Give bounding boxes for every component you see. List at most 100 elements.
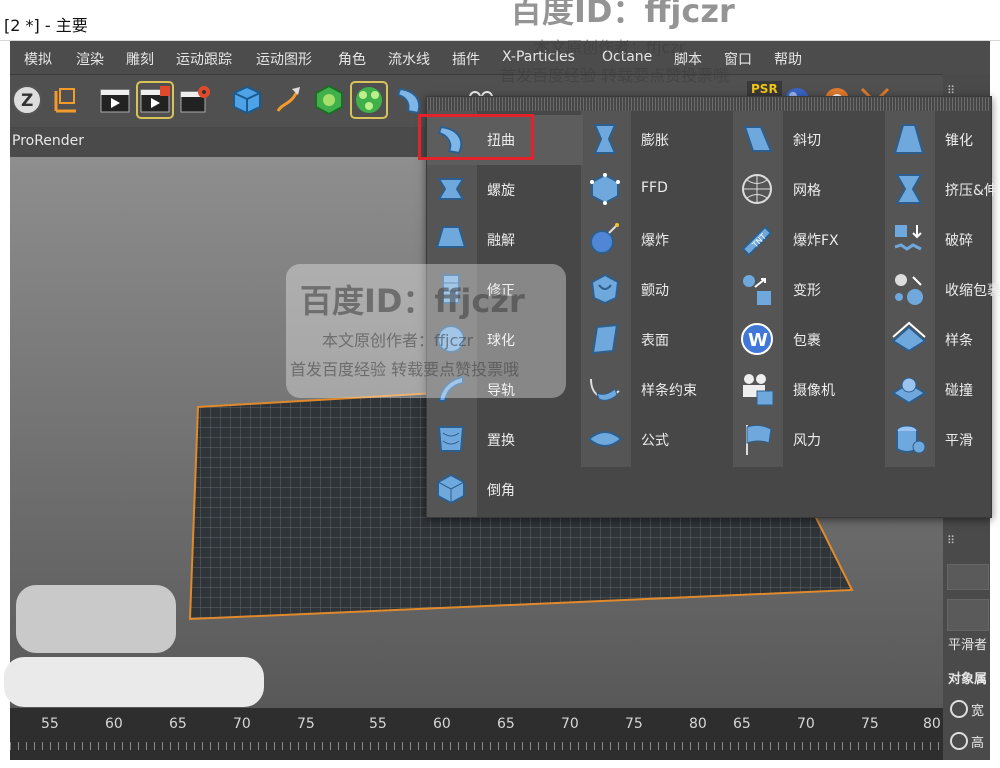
taper-deformer-icon [893, 124, 925, 154]
menu-mograph[interactable]: 运动图形 [256, 49, 312, 69]
timeline-tick: 80 [689, 716, 707, 732]
menu-item-jiggle[interactable]: 颤动 [581, 265, 731, 313]
menu-item-smooth[interactable]: 平滑 [885, 415, 991, 463]
pen-spline-icon[interactable] [272, 83, 306, 117]
menu-item-label: 破碎 [945, 233, 973, 249]
timeline-tick: 75 [625, 716, 643, 732]
timeline-tick: 75 [861, 716, 879, 732]
menu-item-morph[interactable]: 变形 [733, 265, 883, 313]
menu-item-label: 螺旋 [487, 183, 515, 199]
menu-item-label: 挤压&伸 [945, 183, 998, 199]
wrap-deformer-icon: W [741, 323, 773, 355]
menu-item-spline-wrap[interactable]: 样条约束 [581, 365, 731, 413]
timeline-tick: 65 [733, 716, 751, 732]
camera-deformer-icon [743, 374, 774, 406]
menu-item-label: 表面 [641, 333, 669, 349]
timeline-tick: 65 [497, 716, 515, 732]
z-coordinate-icon[interactable]: Z [10, 83, 44, 117]
timeline[interactable]: 55 60 65 70 75 55 60 65 70 75 80 65 70 7… [10, 708, 943, 760]
svg-text:Z: Z [21, 91, 33, 111]
watermark-id: 百度ID：ffjczr [300, 282, 525, 320]
menu-item-melt[interactable]: 融解 [427, 215, 579, 263]
menu-grip[interactable] [427, 97, 991, 111]
jiggle-deformer-icon [590, 273, 620, 305]
menu-item-label: 网格 [793, 183, 821, 199]
cube-primitive-icon[interactable] [230, 83, 264, 117]
twist-deformer-icon [437, 178, 465, 200]
ffd-deformer-icon [590, 173, 620, 205]
spline-deformer-icon [891, 321, 927, 353]
menu-item-label: 样条约束 [641, 383, 697, 399]
watermark-id-top: 百度ID：ffjczr [510, 0, 735, 30]
menu-plugins[interactable]: 插件 [452, 49, 480, 69]
svg-text:W: W [748, 330, 768, 351]
viewport-header: ProRender [10, 127, 426, 157]
menu-item-bulge[interactable]: 膨胀 [581, 115, 731, 163]
shatter-deformer-icon [894, 225, 922, 251]
subdivision-surface-icon[interactable] [312, 83, 346, 117]
timeline-tick: 55 [369, 716, 387, 732]
menu-item-label: 斜切 [793, 133, 821, 149]
menu-help[interactable]: 帮助 [774, 49, 802, 69]
wind-flag-icon [746, 424, 772, 455]
menu-motion-tracking[interactable]: 运动跟踪 [176, 49, 232, 69]
window-title: [2 *] - 主要 [4, 16, 88, 35]
menu-item-label: 置换 [487, 433, 515, 449]
timeline-tick: 60 [105, 716, 123, 732]
menu-item-twist-spiral[interactable]: 螺旋 [427, 165, 579, 213]
menu-item-wrap[interactable]: W 包裹 [733, 315, 883, 363]
menu-pipeline[interactable]: 流水线 [388, 49, 430, 69]
menu-item-spline[interactable]: 样条 [885, 315, 991, 363]
object-type-field[interactable] [947, 564, 989, 590]
menu-item-explosion[interactable]: 爆炸 [581, 215, 731, 263]
render-settings-icon[interactable] [178, 83, 212, 117]
render-view-icon[interactable] [98, 83, 132, 117]
menu-item-formula[interactable]: 公式 [581, 415, 731, 463]
menu-item-taper[interactable]: 锥化 [885, 115, 991, 163]
world-coordinate-icon[interactable] [48, 83, 82, 117]
menu-item-label: 融解 [487, 233, 515, 249]
menu-item-label: 颤动 [641, 283, 669, 299]
timeline-tick: 70 [233, 716, 251, 732]
radio-width[interactable] [950, 700, 968, 718]
prorender-label[interactable]: ProRender [12, 133, 84, 149]
menu-item-ffd[interactable]: FFD [581, 165, 731, 213]
menu-render[interactable]: 渲染 [76, 49, 104, 69]
watermark-note: 首发百度经验 转载要点赞投票哦 [290, 360, 520, 379]
smooth-label: 平滑者 [948, 638, 988, 653]
watermark-author: 本文原创作者：ffjczr [322, 331, 474, 350]
menu-character[interactable]: 角色 [338, 49, 366, 69]
panel-grip-icon-2: ⠿ [947, 534, 956, 547]
render-to-picture-viewer-icon[interactable] [136, 81, 174, 119]
menu-sculpt[interactable]: 雕刻 [126, 49, 154, 69]
menu-item-surface[interactable]: 表面 [581, 315, 731, 363]
menu-item-displacer[interactable]: 置换 [427, 415, 579, 463]
menu-item-explosion-fx[interactable]: TNT 爆炸FX [733, 215, 883, 263]
psr-label[interactable]: PSR [747, 81, 782, 97]
bomb-icon [590, 223, 619, 254]
menu-simulate[interactable]: 模拟 [24, 49, 52, 69]
menu-item-shatter[interactable]: 破碎 [885, 215, 991, 263]
bend-deformer-icon[interactable] [392, 83, 426, 117]
image-blur-patch [16, 585, 176, 653]
menu-item-collision[interactable]: 碰撞 [885, 365, 991, 413]
shrink-wrap-icon [895, 274, 923, 305]
menu-item-camera[interactable]: 摄像机 [733, 365, 883, 413]
radio-height[interactable] [950, 732, 968, 750]
menu-item-shrink-wrap[interactable]: 收缩包裹 [885, 265, 1000, 313]
menu-item-label: 公式 [641, 433, 669, 449]
highlight-box [418, 114, 534, 160]
object-name-field[interactable] [947, 599, 989, 631]
menu-item-label: 收缩包裹 [945, 283, 1000, 299]
menu-item-label: 摄像机 [793, 383, 835, 399]
menu-item-wind[interactable]: 风力 [733, 415, 883, 463]
cloner-icon[interactable] [350, 81, 388, 119]
menu-item-squash-stretch[interactable]: 挤压&伸 [885, 165, 998, 213]
tnt-icon: TNT [741, 225, 773, 257]
menu-item-shear[interactable]: 斜切 [733, 115, 883, 163]
collision-deformer-icon [891, 377, 927, 405]
menu-item-label: 倒角 [487, 483, 515, 499]
timeline-tick: 60 [433, 716, 451, 732]
menu-item-mesh[interactable]: 网格 [733, 165, 883, 213]
menu-item-bevel[interactable]: 倒角 [427, 465, 579, 513]
